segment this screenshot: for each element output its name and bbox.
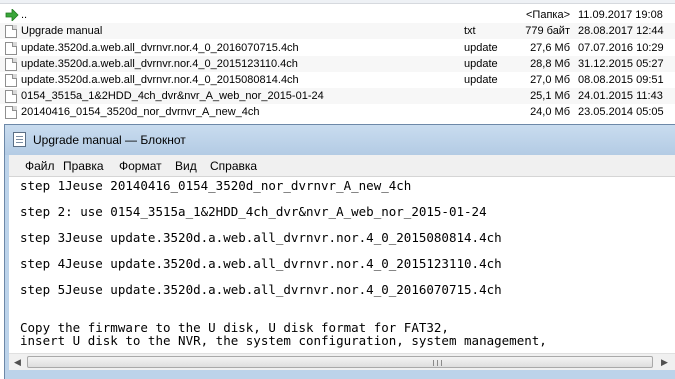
menu-bar: Файл Правка Формат Вид Справка xyxy=(9,155,675,177)
menu-view[interactable]: Вид xyxy=(175,159,197,173)
file-icon xyxy=(5,42,17,55)
file-name: Upgrade manual xyxy=(21,25,103,37)
file-date: 08.08.2015 09:51 xyxy=(578,74,664,86)
file-size: 24,0 Мб xyxy=(530,106,570,118)
file-row[interactable]: update.3520d.a.web.all_dvrnvr.nor.4_0_20… xyxy=(0,40,675,56)
file-name: update.3520d.a.web.all_dvrnvr.nor.4_0_20… xyxy=(21,58,298,70)
scroll-thumb[interactable] xyxy=(27,356,653,368)
file-date: 07.07.2016 10:29 xyxy=(578,42,664,54)
menu-format[interactable]: Формат xyxy=(119,159,162,173)
title-bar[interactable]: Upgrade manual — Блокнот xyxy=(5,125,675,155)
window-frame-bottom xyxy=(5,370,675,379)
scroll-left-icon[interactable]: ◀ xyxy=(9,354,26,371)
file-type: update xyxy=(464,42,498,54)
text-line: insert U disk to the NVR, the system con… xyxy=(20,333,547,348)
file-type: txt xyxy=(464,25,476,37)
horizontal-scrollbar[interactable]: ◀ ▶ xyxy=(9,353,675,370)
up-arrow-icon xyxy=(5,9,19,22)
text-file-icon xyxy=(5,25,17,38)
text-line: step 1Jeuse 20140416_0154_3520d_nor_dvrn… xyxy=(20,178,412,193)
file-type: update xyxy=(464,74,498,86)
menu-file[interactable]: Файл xyxy=(25,159,55,173)
file-size: 25,1 Мб xyxy=(530,90,570,102)
file-row[interactable]: update.3520d.a.web.all_dvrnvr.nor.4_0_20… xyxy=(0,72,675,88)
file-size: <Папка> xyxy=(526,9,570,21)
file-type: update xyxy=(464,58,498,70)
file-row[interactable]: 20140416_0154_3520d_nor_dvrnvr_A_new_4ch… xyxy=(0,104,675,120)
file-row-parent[interactable]: .. <Папка> 11.09.2017 19:08 xyxy=(0,7,675,23)
file-size: 27,6 Мб xyxy=(530,42,570,54)
file-icon xyxy=(5,106,17,119)
file-row[interactable]: update.3520d.a.web.all_dvrnvr.nor.4_0_20… xyxy=(0,56,675,72)
file-date: 11.09.2017 19:08 xyxy=(578,9,663,21)
text-line: step 4Jeuse update.3520d.a.web.all_dvrnv… xyxy=(20,256,502,271)
file-name: update.3520d.a.web.all_dvrnvr.nor.4_0_20… xyxy=(21,74,299,86)
scroll-right-icon[interactable]: ▶ xyxy=(656,354,673,371)
text-line: step 2: use 0154_3515a_1&2HDD_4ch_dvr&nv… xyxy=(20,204,487,219)
text-line: step 3Jeuse update.3520d.a.web.all_dvrnv… xyxy=(20,230,502,245)
file-name: update.3520d.a.web.all_dvrnvr.nor.4_0_20… xyxy=(21,42,299,54)
window-title: Upgrade manual — Блокнот xyxy=(33,133,186,147)
file-name: .. xyxy=(21,9,28,21)
file-date: 31.12.2015 05:27 xyxy=(578,58,664,70)
file-name: 20140416_0154_3520d_nor_dvrnvr_A_new_4ch xyxy=(21,106,260,118)
file-size: 28,8 Мб xyxy=(530,58,570,70)
file-date: 23.05.2014 05:05 xyxy=(578,106,664,118)
grip-icon xyxy=(433,360,442,366)
file-date: 24.01.2015 11:43 xyxy=(578,90,663,102)
file-row[interactable]: 0154_3515a_1&2HDD_4ch_dvr&nvr_A_web_nor_… xyxy=(0,88,675,104)
text-line: step 5Jeuse update.3520d.a.web.all_dvrnv… xyxy=(20,282,502,297)
menu-help[interactable]: Справка xyxy=(210,159,257,173)
file-size: 27,0 Мб xyxy=(530,74,570,86)
file-list-header xyxy=(0,0,675,4)
file-row[interactable]: Upgrade manual txt 779 байт 28.08.2017 1… xyxy=(0,23,675,39)
file-size: 779 байт xyxy=(525,25,570,37)
notepad-window: Upgrade manual — Блокнот Файл Правка Фор… xyxy=(4,124,675,379)
notepad-icon xyxy=(13,132,26,147)
file-date: 28.08.2017 12:44 xyxy=(578,25,664,37)
file-name: 0154_3515a_1&2HDD_4ch_dvr&nvr_A_web_nor_… xyxy=(21,90,324,102)
text-editor[interactable]: step 1Jeuse 20140416_0154_3520d_nor_dvrn… xyxy=(9,177,675,353)
file-icon xyxy=(5,90,17,103)
file-icon xyxy=(5,74,17,87)
file-icon xyxy=(5,58,17,71)
file-list-panel: .. <Папка> 11.09.2017 19:08 Upgrade manu… xyxy=(0,0,675,124)
menu-edit[interactable]: Правка xyxy=(63,159,104,173)
